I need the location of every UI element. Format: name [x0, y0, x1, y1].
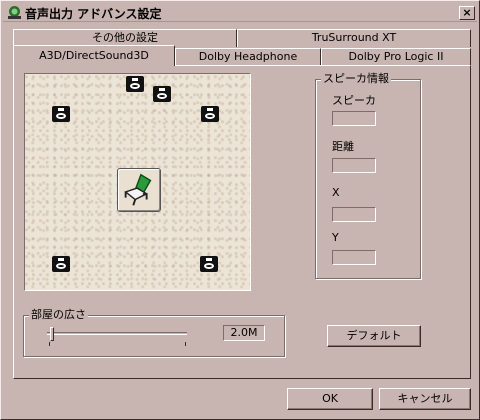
room-size-readout: 2.0M: [223, 325, 265, 341]
close-button[interactable]: ×: [459, 6, 475, 20]
x-value-field: [332, 207, 376, 222]
default-button[interactable]: デフォルト: [327, 325, 421, 347]
tab-trusurround-xt[interactable]: TruSurround XT: [237, 29, 471, 47]
distance-label: 距離: [332, 140, 354, 153]
tab-dolby-headphone[interactable]: Dolby Headphone: [175, 48, 321, 66]
speaker-icon-center[interactable]: [126, 76, 144, 92]
advanced-audio-dialog: 音声出力 アドバンス設定 × その他の設定 TruSurround XT A3D…: [0, 0, 480, 420]
speaker-value-field: [332, 111, 376, 126]
chair-icon: [124, 173, 152, 206]
ok-button[interactable]: OK: [287, 388, 373, 410]
tab-a3d-directsound3d[interactable]: A3D/DirectSound3D: [13, 45, 175, 66]
speaker-icon-rear-right[interactable]: [200, 256, 218, 272]
cancel-button[interactable]: キャンセル: [379, 388, 471, 410]
y-value-field: [332, 250, 376, 265]
speaker-icon-rear-left[interactable]: [52, 256, 70, 272]
x-label: X: [332, 186, 340, 199]
speaker-icon-sub[interactable]: [153, 86, 171, 102]
tab-dolby-pro-logic-ii[interactable]: Dolby Pro Logic II: [321, 48, 471, 66]
title-bar: 音声出力 アドバンス設定 ×: [3, 3, 477, 22]
app-icon: [8, 6, 21, 19]
slider-tick-min: [49, 342, 50, 346]
listener-chair-icon[interactable]: [117, 168, 161, 212]
distance-value-field: [332, 158, 376, 173]
room-size-slider-track[interactable]: [47, 332, 187, 335]
window-title: 音声出力 アドバンス設定: [25, 7, 162, 21]
room-canvas[interactable]: [24, 73, 251, 291]
speaker-icon-front-left[interactable]: [52, 106, 70, 122]
room-size-slider-thumb[interactable]: [49, 327, 54, 341]
speaker-info-group: [315, 79, 421, 279]
room-size-label: 部屋の広さ: [29, 306, 88, 322]
speaker-info-label: スピーカ情報: [321, 70, 391, 86]
y-label: Y: [332, 231, 339, 244]
speaker-label: スピーカ: [332, 94, 376, 107]
slider-tick-max: [185, 342, 186, 346]
speaker-icon-front-right[interactable]: [201, 106, 219, 122]
